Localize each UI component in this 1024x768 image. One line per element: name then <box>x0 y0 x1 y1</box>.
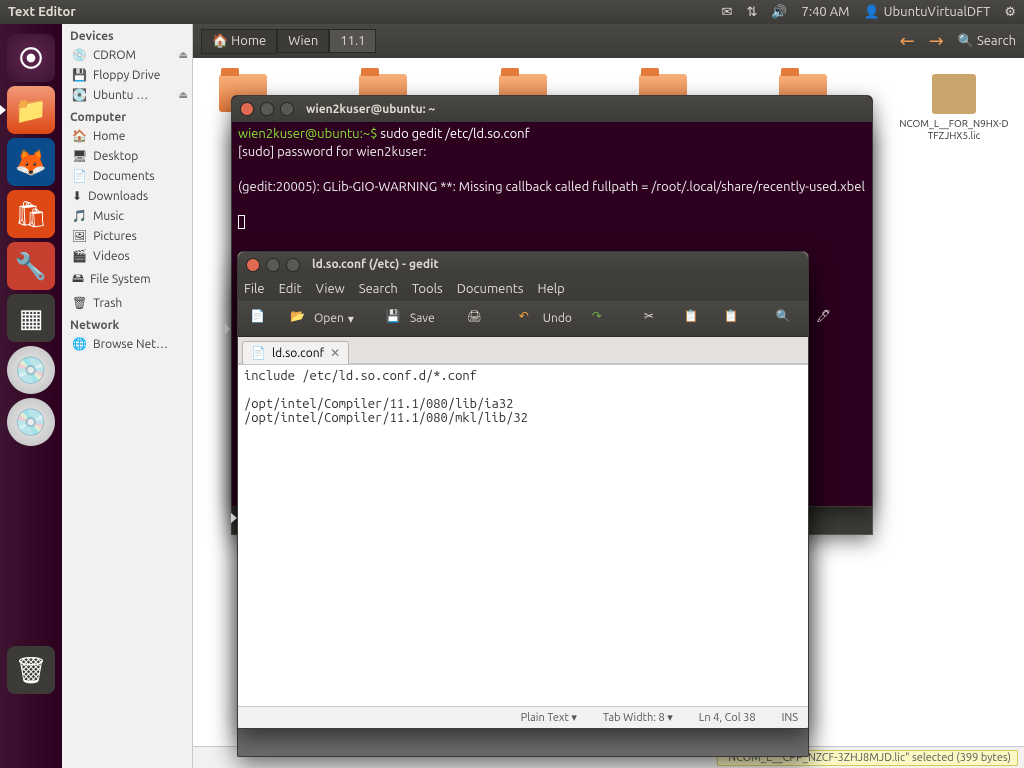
replace-button[interactable]: 🖊 <box>810 306 842 332</box>
forward-button[interactable]: → <box>929 31 944 52</box>
find-button[interactable]: 🔍 <box>770 306 802 332</box>
cut-button[interactable]: ✂ <box>638 306 670 332</box>
minimize-icon[interactable] <box>266 258 280 272</box>
files-launcher-icon[interactable]: 📁 <box>7 86 55 134</box>
menu-edit[interactable]: Edit <box>279 282 302 296</box>
user-menu[interactable]: 👤 UbuntuVirtualDFT <box>863 5 990 20</box>
settings-launcher-icon[interactable]: 🔧 <box>7 242 55 290</box>
gedit-titlebar[interactable]: ld.so.conf (/etc) - gedit <box>238 252 808 277</box>
network-indicator[interactable]: ⇅ <box>746 5 757 20</box>
sidebar-item-browse-network[interactable]: 🌐 Browse Net… <box>62 334 192 354</box>
menu-file[interactable]: File <box>244 282 265 296</box>
menu-tools[interactable]: Tools <box>412 282 443 296</box>
status-tabwidth[interactable]: Tab Width: 8 ▾ <box>599 711 677 724</box>
crumb-wien[interactable]: Wien <box>277 29 329 53</box>
devices-heading: Devices <box>62 24 192 45</box>
sidebar-item-cdrom[interactable]: 💿 CDROM⏏ <box>62 45 192 65</box>
eject-icon[interactable]: ⏏ <box>179 49 188 61</box>
close-icon[interactable] <box>246 258 260 272</box>
save-button[interactable]: 💾Save <box>380 306 441 332</box>
open-button[interactable]: 📂Open ▾ <box>284 306 360 332</box>
disc1-icon[interactable]: 💿 <box>7 346 55 394</box>
minimize-icon[interactable] <box>260 102 274 116</box>
user-name: UbuntuVirtualDFT <box>884 5 991 19</box>
new-button[interactable]: 📄 <box>244 306 276 332</box>
sidebar-item-pictures[interactable]: 🖼 Pictures <box>62 226 192 246</box>
terminal-titlebar[interactable]: wien2kuser@ubuntu: ~ <box>232 96 872 122</box>
tab-label: ld.so.conf <box>272 347 324 360</box>
gedit-toolbar: 📄 📂Open ▾ 💾Save 🖨 ↶Undo ↷ ✂ 📋 📋 🔍 🖊 <box>238 301 808 337</box>
menu-search[interactable]: Search <box>359 282 398 296</box>
file-item[interactable]: NCOM_L__FOR_N9HX-DTFZJHX5.lic <box>899 74 1009 141</box>
nautilus-toolbar: 🏠 Home Wien 11.1 ← → 🔍 Search <box>193 24 1024 58</box>
gedit-menubar: File Edit View Search Tools Documents He… <box>238 277 808 301</box>
eject-icon[interactable]: ⏏ <box>179 89 188 101</box>
undo-button[interactable]: ↶Undo <box>513 306 578 332</box>
computer-heading: Computer <box>62 105 192 126</box>
sidebar-item-videos[interactable]: 🎬 Videos <box>62 246 192 266</box>
status-cursor-position: Ln 4, Col 38 <box>695 712 760 724</box>
status-insert-mode: INS <box>778 712 802 724</box>
gedit-tab[interactable]: 📄 ld.so.conf ✕ <box>242 341 349 364</box>
terminal-body[interactable]: wien2kuser@ubuntu:~$ sudo gedit /etc/ld.… <box>232 122 872 235</box>
terminal-cursor <box>238 215 245 229</box>
disc2-icon[interactable]: 💿 <box>7 398 55 446</box>
search-button[interactable]: 🔍 Search <box>958 34 1016 49</box>
sidebar-item-filesystem[interactable]: 🖴 File System <box>62 266 192 293</box>
maximize-icon[interactable] <box>280 102 294 116</box>
workspace-switcher-icon[interactable]: ▦ <box>7 294 55 342</box>
sidebar-item-trash[interactable]: 🗑 Trash <box>62 293 192 313</box>
terminal-title: wien2kuser@ubuntu: ~ <box>306 103 435 116</box>
gedit-window[interactable]: ld.so.conf (/etc) - gedit File Edit View… <box>237 251 809 729</box>
network-heading: Network <box>62 313 192 334</box>
maximize-icon[interactable] <box>286 258 300 272</box>
gedit-tabbar: 📄 ld.so.conf ✕ <box>238 337 808 364</box>
active-app-name: Text Editor <box>8 5 76 19</box>
status-syntax[interactable]: Plain Text ▾ <box>517 711 581 724</box>
sidebar-item-floppy[interactable]: 💾 Floppy Drive <box>62 65 192 85</box>
sidebar-item-ubuntu-disk[interactable]: 💽 Ubuntu …⏏ <box>62 85 192 105</box>
crumb-current[interactable]: 11.1 <box>329 29 376 53</box>
sidebar-item-music[interactable]: 🎵 Music <box>62 206 192 226</box>
software-center-icon[interactable]: 🛍 <box>7 190 55 238</box>
unity-launcher: 📁 🦊 🛍 🔧 >_ 📝 ▦ 💿 💿 🗑 <box>0 24 62 768</box>
session-menu[interactable]: ⚙ <box>1004 5 1016 20</box>
back-button[interactable]: ← <box>900 31 915 52</box>
dash-icon[interactable] <box>7 34 55 82</box>
trash-icon[interactable]: 🗑 <box>7 646 55 694</box>
menu-view[interactable]: View <box>316 282 345 296</box>
breadcrumb: 🏠 Home Wien 11.1 <box>201 29 376 54</box>
mail-indicator[interactable]: ✉ <box>722 5 733 20</box>
gedit-statusbar: Plain Text ▾ Tab Width: 8 ▾ Ln 4, Col 38… <box>238 706 808 728</box>
clock[interactable]: 7:40 AM <box>802 5 850 19</box>
places-sidebar: Devices 💿 CDROM⏏ 💾 Floppy Drive 💽 Ubuntu… <box>62 24 193 768</box>
gedit-textview[interactable]: include /etc/ld.so.conf.d/*.conf /opt/in… <box>238 364 808 706</box>
gedit-title-text: ld.so.conf (/etc) - gedit <box>312 258 439 271</box>
copy-button[interactable]: 📋 <box>678 306 710 332</box>
top-menubar: Text Editor ✉ ⇅ 🔊 7:40 AM 👤 UbuntuVirtua… <box>0 0 1024 24</box>
sidebar-item-documents[interactable]: 📄 Documents <box>62 166 192 186</box>
menu-documents[interactable]: Documents <box>457 282 524 296</box>
close-icon[interactable] <box>240 102 254 116</box>
close-tab-icon[interactable]: ✕ <box>330 346 340 360</box>
menu-help[interactable]: Help <box>538 282 565 296</box>
crumb-home[interactable]: 🏠 Home <box>201 29 277 54</box>
sidebar-item-home[interactable]: 🏠 Home <box>62 126 192 146</box>
firefox-launcher-icon[interactable]: 🦊 <box>7 138 55 186</box>
file-icon: 📄 <box>251 346 266 360</box>
volume-indicator[interactable]: 🔊 <box>771 5 787 20</box>
print-button[interactable]: 🖨 <box>461 306 493 332</box>
sidebar-item-desktop[interactable]: 🖥 Desktop <box>62 146 192 166</box>
sidebar-item-downloads[interactable]: ⬇ Downloads <box>62 186 192 206</box>
redo-button[interactable]: ↷ <box>586 306 618 332</box>
paste-button[interactable]: 📋 <box>718 306 750 332</box>
